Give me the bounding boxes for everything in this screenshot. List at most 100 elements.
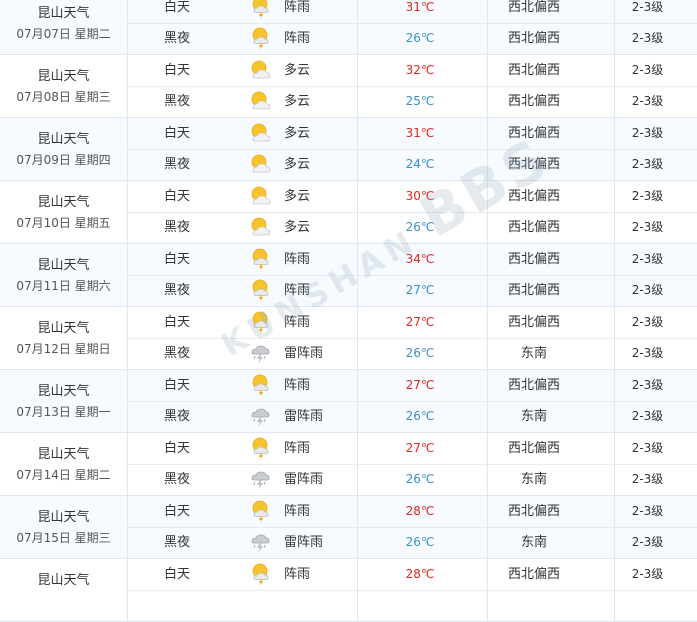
weather-label: 阵雨: [284, 315, 311, 330]
period-label: 白天: [163, 252, 190, 267]
temperature: 27℃: [405, 378, 435, 392]
thundershower-icon: [248, 26, 272, 50]
partly-cloudy-icon: [248, 184, 272, 208]
period-label: 黑夜: [163, 220, 190, 235]
wind-direction: 东南: [520, 472, 547, 487]
day-forecast: 白天 多云 30℃ 西北偏西 2-3级: [127, 181, 697, 213]
wind-direction: 西北偏西: [507, 94, 560, 109]
wind-direction: 西北偏西: [507, 504, 560, 519]
weather-label: 多云: [284, 63, 311, 78]
thundershower-icon: [248, 373, 272, 397]
weather-label: 多云: [284, 157, 311, 172]
weather-label: 阵雨: [284, 252, 311, 267]
wind-level: 2-3级: [631, 63, 664, 77]
period-label: 白天: [163, 315, 190, 330]
date-label: 07月09日 星期四: [16, 153, 111, 167]
day-forecast: 白天 阵雨 27℃ 西北偏西 2-3级: [127, 433, 697, 465]
wind-level: 2-3级: [631, 94, 664, 108]
weather-label: 雷阵雨: [284, 346, 324, 361]
thunderstorm-icon: [248, 404, 272, 428]
day-row: 昆山天气 07月10日 星期五 白天 多云 30℃ 西北偏西 2-3级 黑夜 多云 26℃ 西北偏西…: [0, 181, 697, 244]
day-row: 昆山天气 07月15日 星期三 白天 阵雨 28℃ 西北偏西 2-3级 黑夜 雷阵雨 26℃ 东南 2…: [0, 496, 697, 559]
day-row: 昆山天气 07月09日 星期四 白天 多云 31℃ 西北偏西 2-3级 黑夜 多云 24℃ 西北偏西…: [0, 118, 697, 181]
night-forecast: [127, 590, 697, 621]
wind-level: 2-3级: [631, 441, 664, 455]
temperature: 31℃: [405, 126, 435, 140]
city-label: 昆山天气: [37, 384, 90, 399]
thundershower-icon: [248, 0, 272, 19]
day-forecast: 白天 阵雨 27℃ 西北偏西 2-3级: [127, 370, 697, 402]
wind-level: 2-3级: [631, 504, 664, 518]
weather-label: 阵雨: [284, 441, 311, 456]
night-forecast: 黑夜 多云 24℃ 西北偏西 2-3级: [127, 149, 697, 180]
thunderstorm-icon: [248, 467, 272, 491]
city-label: 昆山天气: [37, 573, 90, 588]
wind-direction: 西北偏西: [507, 220, 560, 235]
weather-label: 雷阵雨: [284, 409, 324, 424]
temperature: 26℃: [405, 346, 435, 360]
period-label: 白天: [163, 63, 190, 78]
wind-direction: 西北偏西: [507, 315, 560, 330]
city-label: 昆山天气: [37, 132, 90, 147]
wind-level: 2-3级: [631, 315, 664, 329]
temperature: 31℃: [405, 0, 435, 14]
period-label: 白天: [163, 504, 190, 519]
partly-cloudy-icon: [248, 121, 272, 145]
wind-direction: 西北偏西: [507, 157, 560, 172]
partly-cloudy-icon: [248, 215, 272, 239]
weather-label: 阵雨: [284, 283, 311, 298]
wind-level: 2-3级: [631, 472, 664, 486]
day-row: 昆山天气 07月08日 星期三 白天 多云 32℃ 西北偏西 2-3级 黑夜 多云 25℃ 西北偏西…: [0, 55, 697, 118]
night-forecast: 黑夜 多云 26℃ 西北偏西 2-3级: [127, 212, 697, 243]
wind-level: 2-3级: [631, 283, 664, 297]
period-label: 黑夜: [163, 472, 190, 487]
day-row: 昆山天气 白天 阵雨 28℃ 西北偏西 2-3级: [0, 559, 697, 622]
wind-direction: 西北偏西: [507, 63, 560, 78]
period-label: 白天: [163, 0, 190, 15]
period-label: 黑夜: [163, 346, 190, 361]
date-label: 07月08日 星期三: [16, 90, 111, 104]
forecast-table: 昆山天气 07月07日 星期二 白天 阵雨 31℃ 西北偏西 2-3级 黑夜 阵雨 26℃ 西北偏西…: [0, 0, 697, 622]
weather-label: 阵雨: [284, 378, 311, 393]
wind-direction: 东南: [520, 346, 547, 361]
weather-icon: [248, 593, 272, 617]
day-forecast: 白天 阵雨 34℃ 西北偏西 2-3级: [127, 244, 697, 276]
city-label: 昆山天气: [37, 321, 90, 336]
wind-level: 2-3级: [631, 535, 664, 549]
temperature: 26℃: [405, 220, 435, 234]
date-label: 07月11日 星期六: [16, 279, 111, 293]
date-label: 07月13日 星期一: [16, 405, 111, 419]
wind-direction: 西北偏西: [507, 252, 560, 267]
period-label: 白天: [163, 378, 190, 393]
period-label: 黑夜: [163, 157, 190, 172]
wind-level: 2-3级: [631, 126, 664, 140]
period-label: 黑夜: [163, 31, 190, 46]
wind-level: 2-3级: [631, 346, 664, 360]
wind-level: 2-3级: [631, 157, 664, 171]
thundershower-icon: [248, 436, 272, 460]
wind-direction: 西北偏西: [507, 283, 560, 298]
day-forecast: 白天 阵雨 28℃ 西北偏西 2-3级: [127, 496, 697, 528]
partly-cloudy-icon: [248, 89, 272, 113]
weather-label: 多云: [284, 126, 311, 141]
date-label: 07月07日 星期二: [16, 27, 111, 41]
period-label: 黑夜: [163, 535, 190, 550]
day-forecast: 白天 阵雨 31℃ 西北偏西 2-3级: [127, 0, 697, 24]
date-label: 07月12日 星期日: [16, 342, 111, 356]
day-row: 昆山天气 07月14日 星期二 白天 阵雨 27℃ 西北偏西 2-3级 黑夜 雷阵雨 26℃ 东南 2…: [0, 433, 697, 496]
temperature: 34℃: [405, 252, 435, 266]
wind-direction: 东南: [520, 409, 547, 424]
wind-direction: 西北偏西: [507, 378, 560, 393]
weather-label: 多云: [284, 220, 311, 235]
thundershower-icon: [248, 499, 272, 523]
city-label: 昆山天气: [37, 258, 90, 273]
period-label: 黑夜: [163, 94, 190, 109]
day-row: 昆山天气 07月13日 星期一 白天 阵雨 27℃ 西北偏西 2-3级 黑夜 雷阵雨 26℃ 东南 2…: [0, 370, 697, 433]
wind-level: 2-3级: [631, 409, 664, 423]
temperature: 27℃: [405, 283, 435, 297]
temperature: 26℃: [405, 31, 435, 45]
period-label: 白天: [163, 441, 190, 456]
temperature: 32℃: [405, 63, 435, 77]
wind-direction: 西北偏西: [507, 0, 560, 15]
thundershower-icon: [248, 278, 272, 302]
